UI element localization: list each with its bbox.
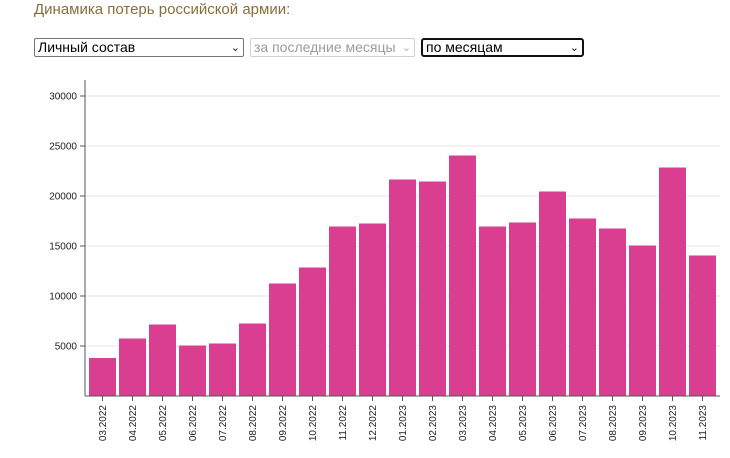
- x-tick-label: 11.2023: [698, 405, 709, 441]
- bar[interactable]: [329, 226, 356, 397]
- x-tick-label: 06.2023: [548, 405, 559, 442]
- x-tick-labels: 03.2022 04.2022 05.2022 06.2022 07.2022 08.20…: [98, 396, 709, 441]
- bar[interactable]: [539, 191, 566, 397]
- bar[interactable]: [389, 179, 416, 397]
- y-tick-label: 30000: [49, 92, 77, 103]
- bar[interactable]: [479, 226, 506, 397]
- x-tick-label: 06.2022: [188, 405, 199, 442]
- x-tick-label: 05.2022: [158, 405, 169, 442]
- bar[interactable]: [119, 338, 146, 397]
- bar[interactable]: [209, 343, 236, 397]
- x-tick-label: 02.2023: [428, 405, 439, 442]
- x-tick-label: 12.2022: [368, 405, 379, 442]
- x-tick-label: 07.2023: [578, 405, 589, 442]
- bar[interactable]: [599, 228, 626, 397]
- x-tick-label: 07.2022: [218, 405, 229, 442]
- y-tick-labels: 5000 10000 15000 20000 25000 30000: [49, 92, 77, 353]
- bar[interactable]: [239, 323, 266, 397]
- x-tick-label: 04.2022: [128, 405, 139, 442]
- y-tick-label: 20000: [49, 192, 77, 203]
- bar[interactable]: [509, 222, 536, 397]
- x-tick-label: 10.2023: [668, 405, 679, 442]
- bar[interactable]: [629, 245, 656, 397]
- y-tick-label: 10000: [49, 292, 77, 303]
- x-tick-label: 11.2022: [338, 405, 349, 441]
- bar[interactable]: [299, 267, 326, 397]
- x-tick-label: 08.2022: [248, 405, 259, 442]
- bar[interactable]: [359, 223, 386, 397]
- x-tick-label: 09.2023: [638, 405, 649, 442]
- bar[interactable]: [149, 324, 176, 397]
- y-tick-label: 5000: [55, 342, 78, 353]
- losses-bar-chart: 5000 10000 15000 20000 25000 30000 03.2022 04.…: [49, 80, 720, 441]
- bar[interactable]: [569, 218, 596, 397]
- x-tick-label: 01.2023: [398, 405, 409, 442]
- x-tick-label: 08.2023: [608, 405, 619, 442]
- x-tick-label: 10.2022: [308, 405, 319, 442]
- bar[interactable]: [659, 167, 686, 397]
- x-tick-label: 05.2023: [518, 405, 529, 442]
- bar[interactable]: [419, 181, 446, 397]
- bar[interactable]: [269, 283, 296, 397]
- y-tick-label: 15000: [49, 242, 77, 253]
- x-tick-label: 03.2022: [98, 405, 109, 442]
- x-tick-label: 03.2023: [458, 405, 469, 442]
- bar[interactable]: [449, 155, 476, 397]
- x-tick-label: 04.2023: [488, 405, 499, 442]
- bar[interactable]: [89, 358, 116, 396]
- bar[interactable]: [179, 345, 206, 397]
- x-tick-label: 09.2022: [278, 405, 289, 442]
- bars: [89, 155, 716, 397]
- bar[interactable]: [689, 255, 716, 397]
- y-tick-label: 25000: [49, 142, 77, 153]
